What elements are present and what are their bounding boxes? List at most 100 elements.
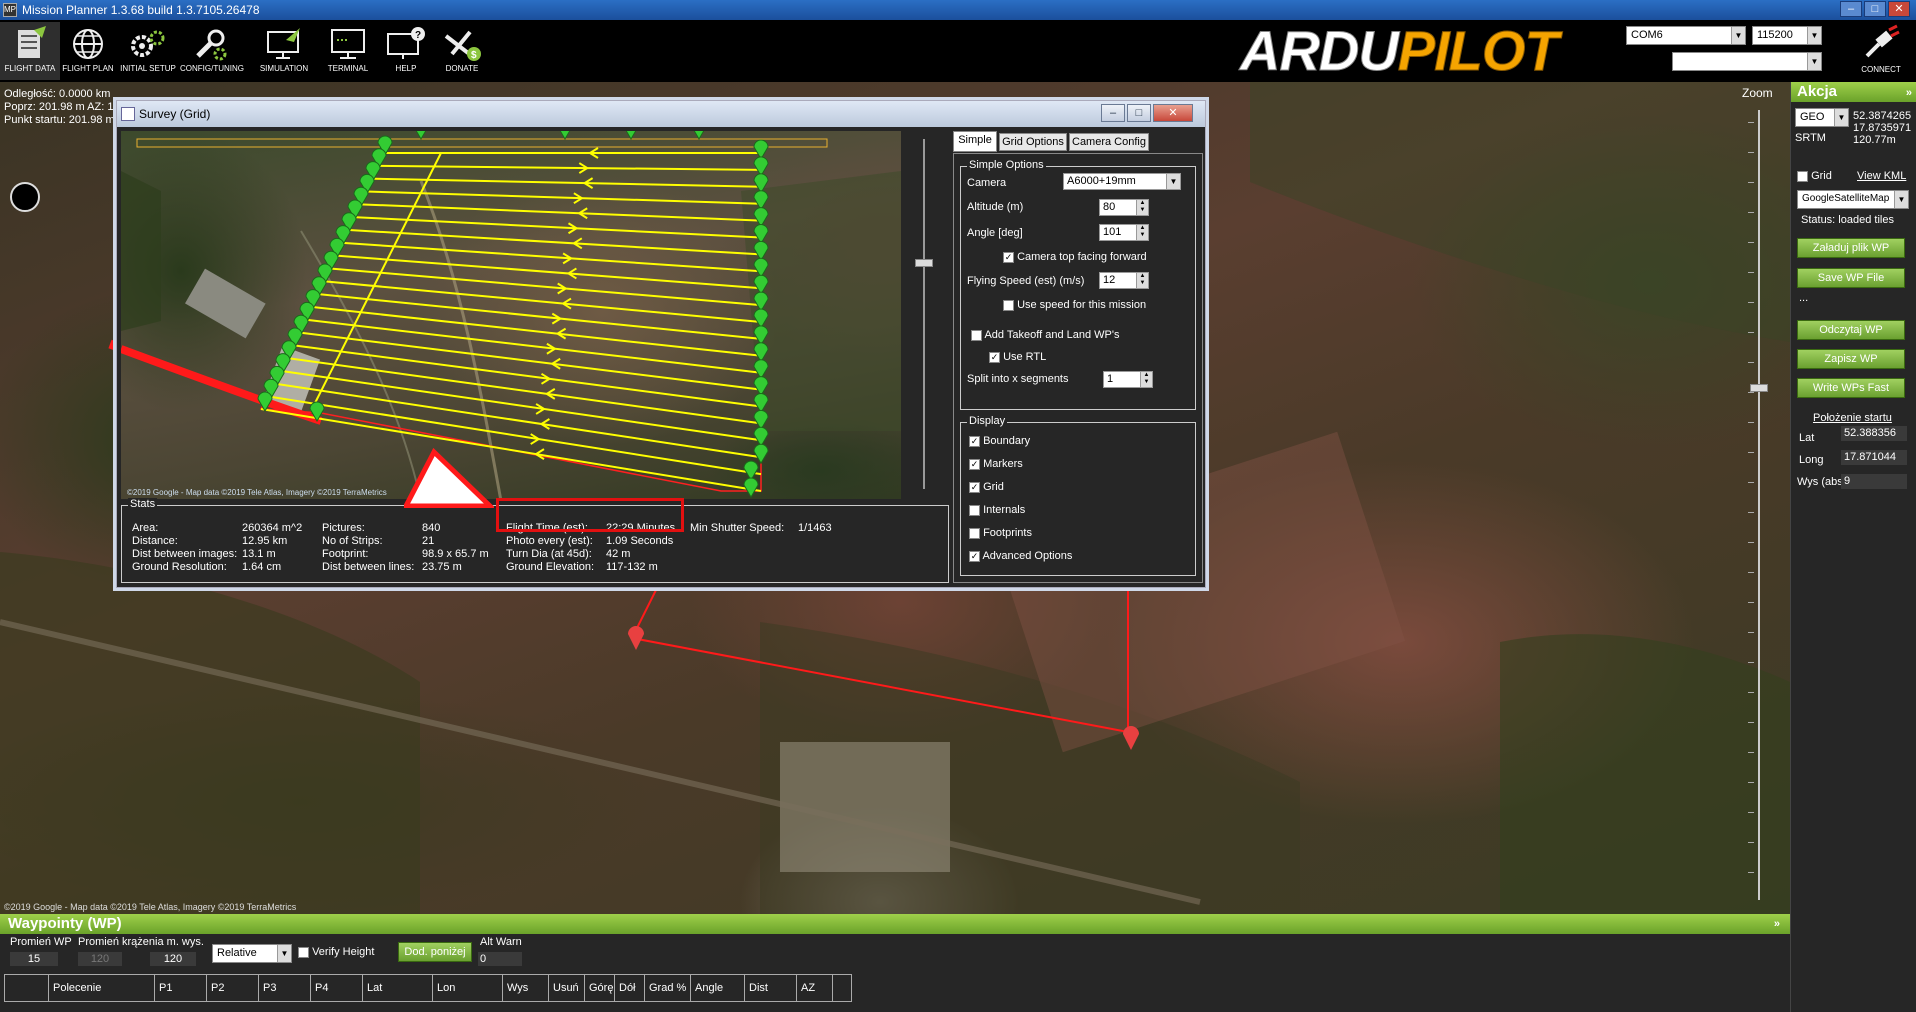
load-wp-file-button[interactable]: Załaduj plik WP	[1797, 238, 1905, 258]
terminal-button[interactable]: TERMINAL	[318, 22, 378, 80]
footprints-checkbox[interactable]	[969, 527, 980, 539]
table-column-header[interactable]: Wys	[503, 975, 549, 1001]
grid-marker[interactable]	[753, 426, 769, 448]
initial-setup-button[interactable]: INITIAL SETUP	[118, 22, 178, 80]
wp-radius-input[interactable]: 15	[10, 952, 58, 966]
tab-grid-options[interactable]: Grid Options	[999, 133, 1067, 151]
camera-top-forward-checkbox[interactable]: ✓	[1003, 251, 1014, 263]
action-panel-title: Akcja	[1797, 83, 1838, 100]
altitude-value: 80	[1103, 201, 1116, 213]
table-column-header[interactable]: Górę	[585, 975, 615, 1001]
default-alt-input[interactable]: 120	[150, 952, 196, 966]
boundary-checkbox[interactable]: ✓	[969, 435, 980, 447]
dialog-minimize-button[interactable]: –	[1101, 104, 1125, 122]
dialog-close-button[interactable]: ✕	[1153, 104, 1193, 122]
table-column-header[interactable]: Dół	[615, 975, 645, 1001]
table-column-header[interactable]: AZ	[797, 975, 833, 1001]
alt-mode-select[interactable]: Relative ▼	[212, 944, 292, 963]
home-alt-field[interactable]: 9	[1841, 474, 1907, 489]
survey-zoom-track[interactable]	[923, 139, 925, 489]
collapse-icon[interactable]: »	[1906, 83, 1912, 103]
help-button[interactable]: ? HELP	[376, 22, 436, 80]
tab-camera-config[interactable]: Camera Config	[1069, 133, 1149, 151]
zoom-slider-thumb[interactable]	[1750, 384, 1768, 392]
tab-simple[interactable]: Simple	[953, 131, 997, 152]
baud-rate-select[interactable]: 115200 ▼	[1752, 26, 1822, 45]
grid-marker[interactable]	[624, 131, 638, 140]
grid-display-checkbox[interactable]: ✓	[969, 481, 980, 493]
angle-input[interactable]: 101 ▲ ▼	[1099, 224, 1149, 241]
home-long-label: Long	[1799, 454, 1824, 466]
spinner-icon[interactable]: ▲ ▼	[1140, 372, 1152, 387]
survey-map[interactable]: ©2019 Google - Map data ©2019 Tele Atlas…	[121, 131, 901, 499]
table-column-header[interactable]: P3	[259, 975, 311, 1001]
grid-marker[interactable]	[753, 443, 769, 465]
verify-height-checkbox[interactable]	[298, 946, 309, 958]
table-column-header[interactable]: Polecenie	[49, 975, 155, 1001]
table-column-header[interactable]: P2	[207, 975, 259, 1001]
grid-marker[interactable]	[414, 131, 428, 140]
use-rtl-checkbox[interactable]: ✓	[989, 351, 1000, 363]
table-column-header[interactable]: Lat	[363, 975, 433, 1001]
flight-plan-button[interactable]: FLIGHT PLAN	[58, 22, 118, 80]
table-column-header[interactable]: Lon	[433, 975, 503, 1001]
table-column-header[interactable]	[5, 975, 49, 1001]
table-column-header[interactable]: P1	[155, 975, 207, 1001]
add-takeoff-land-checkbox[interactable]	[971, 329, 982, 341]
waypoint-marker[interactable]	[1121, 722, 1141, 750]
table-column-header[interactable]: P4	[311, 975, 363, 1001]
collapse-icon[interactable]: »	[1774, 914, 1780, 934]
home-long-field[interactable]: 17.871044	[1841, 450, 1907, 465]
grid-marker[interactable]	[257, 391, 273, 412]
table-column-header[interactable]: Angle	[691, 975, 745, 1001]
alt-warn-input[interactable]: 0	[478, 952, 522, 966]
loiter-radius-input[interactable]: 120	[78, 952, 122, 966]
grid-checkbox[interactable]	[1797, 170, 1808, 182]
survey-zoom-thumb[interactable]	[915, 259, 933, 267]
minimize-button[interactable]: –	[1840, 1, 1862, 17]
camera-select[interactable]: A6000+19mm ▼	[1063, 173, 1181, 190]
save-wp-file-button[interactable]: Save WP File	[1797, 268, 1905, 288]
close-button[interactable]: ✕	[1888, 1, 1910, 17]
grid-marker[interactable]	[743, 477, 759, 498]
spinner-icon[interactable]: ▲ ▼	[1136, 225, 1148, 240]
table-column-header[interactable]: Grad %	[645, 975, 691, 1001]
spinner-icon[interactable]: ▲ ▼	[1136, 273, 1148, 288]
grid-marker[interactable]	[692, 131, 706, 140]
zoom-track[interactable]	[1758, 110, 1760, 900]
grid-marker[interactable]	[753, 156, 769, 177]
use-speed-checkbox[interactable]	[1003, 299, 1014, 311]
home-lat-field[interactable]: 52.388356	[1841, 426, 1907, 441]
link-select[interactable]: ▼	[1672, 52, 1822, 71]
split-segments-input[interactable]: 1 ▲ ▼	[1103, 371, 1153, 388]
dialog-maximize-button[interactable]: □	[1127, 104, 1151, 122]
flight-data-button[interactable]: FLIGHT DATA	[0, 22, 60, 80]
maximize-button[interactable]: □	[1864, 1, 1886, 17]
add-below-button[interactable]: Dod. poniżej	[398, 942, 472, 962]
simulation-button[interactable]: SIMULATION	[254, 22, 314, 80]
markers-checkbox[interactable]: ✓	[969, 458, 980, 470]
waypoint-marker[interactable]	[626, 622, 646, 650]
table-column-header[interactable]: Dist	[745, 975, 797, 1001]
altitude-input[interactable]: 80 ▲ ▼	[1099, 199, 1149, 216]
config-tuning-button[interactable]: CONFIG/TUNING	[180, 22, 244, 80]
internals-checkbox[interactable]	[969, 504, 980, 516]
spinner-icon[interactable]: ▲ ▼	[1136, 200, 1148, 215]
area-value: 260364 m^2	[242, 522, 303, 534]
grid-marker[interactable]	[558, 131, 572, 140]
stats-group: Stats Area: 260364 m^2 Distance: 12.95 k…	[121, 498, 949, 583]
write-wp-fast-button[interactable]: Write WPs Fast	[1797, 378, 1905, 398]
write-wp-button[interactable]: Zapisz WP	[1797, 349, 1905, 369]
view-kml-link[interactable]: View KML	[1857, 170, 1906, 182]
com-port-select[interactable]: COM6 ▼	[1626, 26, 1746, 45]
table-column-header[interactable]: Usuń	[549, 975, 585, 1001]
read-wp-button[interactable]: Odczytaj WP	[1797, 320, 1905, 340]
flying-speed-input[interactable]: 12 ▲ ▼	[1099, 272, 1149, 289]
donate-button[interactable]: $ DONATE	[432, 22, 492, 80]
advanced-options-checkbox[interactable]: ✓	[969, 550, 980, 562]
grid-marker[interactable]	[753, 139, 769, 160]
grid-marker[interactable]	[743, 460, 759, 482]
connect-button[interactable]: CONNECT	[1850, 24, 1912, 80]
coord-mode-select[interactable]: GEO ▼	[1795, 108, 1849, 127]
map-provider-select[interactable]: GoogleSatelliteMap ▼	[1797, 190, 1909, 209]
